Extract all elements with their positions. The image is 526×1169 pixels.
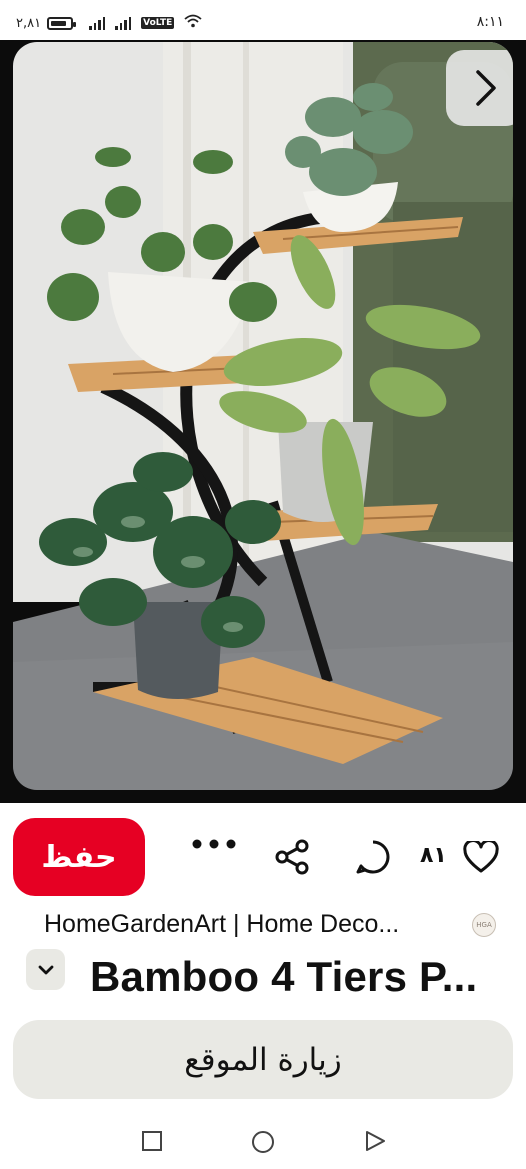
action-bar: حفظ ٨١ (0, 803, 526, 903)
visit-site-button[interactable]: زيارة الموقع (13, 1020, 513, 1099)
chevron-right-icon (476, 70, 496, 106)
circle-icon (252, 1131, 274, 1153)
back-button[interactable] (364, 1130, 386, 1156)
battery-icon (47, 16, 77, 30)
wifi-icon (184, 14, 202, 32)
more-icon (192, 839, 236, 849)
pin-image[interactable] (13, 42, 513, 790)
status-bar: ٢,٨١ VoLTE ٨:١١ (0, 0, 526, 44)
plant-stand-photo (13, 42, 513, 790)
system-nav-bar (0, 1110, 526, 1169)
share-icon (275, 839, 309, 875)
comment-button[interactable] (355, 839, 391, 875)
signal-icon (89, 16, 106, 30)
source-name[interactable]: HomeGardenArt | Home Deco... (44, 910, 399, 939)
recents-button[interactable] (141, 1130, 163, 1156)
triangle-back-icon (366, 1131, 385, 1151)
signal-icon-2 (115, 16, 132, 30)
share-button[interactable] (275, 839, 311, 875)
status-left: ٢,٨١ VoLTE (16, 14, 202, 32)
pin-title: Bamboo 4 Tiers P... (90, 953, 478, 1000)
volte-badge: VoLTE (141, 17, 175, 29)
home-button[interactable] (251, 1130, 275, 1158)
clock: ٨:١١ (476, 14, 504, 30)
network-speed: ٢,٨١ (16, 15, 42, 31)
like-count: ٨١ (420, 843, 447, 868)
square-icon (142, 1131, 162, 1151)
battery-fill (51, 20, 67, 26)
comment-icon (356, 840, 390, 874)
more-button[interactable] (192, 839, 236, 849)
like-button[interactable] (463, 841, 499, 873)
avatar-logo-text: HGA (476, 921, 492, 929)
expand-details-button[interactable] (26, 949, 65, 990)
heart-icon (463, 841, 499, 873)
chevron-down-icon (38, 965, 53, 974)
next-image-button[interactable] (446, 50, 513, 126)
pin-image-container (0, 40, 526, 803)
source-avatar[interactable]: HGA (472, 913, 496, 937)
save-button[interactable]: حفظ (13, 818, 145, 896)
